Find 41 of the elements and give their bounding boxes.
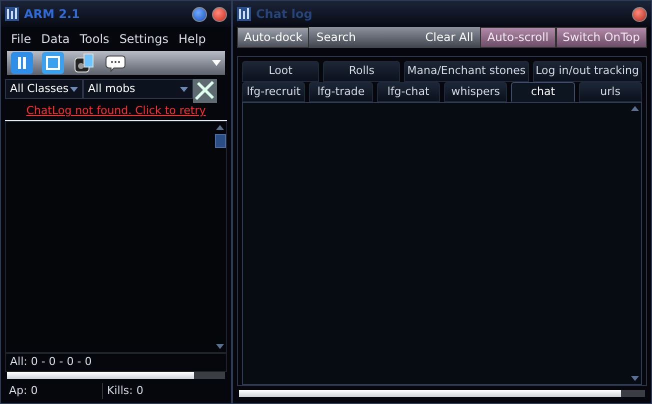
menu-item[interactable]: Data	[41, 30, 70, 48]
scroll-down-icon[interactable]	[216, 344, 224, 349]
status-text: Kills: 0	[106, 382, 144, 398]
tab[interactable]: lfg-trade	[309, 82, 373, 102]
pause-icon[interactable]	[11, 52, 33, 74]
menu-item[interactable]: Settings	[119, 30, 169, 48]
close-button[interactable]	[212, 6, 227, 22]
tab[interactable]: chat	[511, 82, 575, 102]
scroll-thumb[interactable]	[214, 134, 226, 148]
close-button[interactable]	[632, 6, 647, 22]
tab[interactable]: whispers	[444, 82, 508, 102]
retry-link[interactable]: ChatLog not found. Click to retry	[26, 104, 206, 117]
app-icon	[5, 7, 19, 21]
toolbar-button[interactable]: Switch OnTop	[556, 27, 647, 48]
scroll-up-icon[interactable]	[631, 106, 639, 112]
tab[interactable]: Rolls	[323, 61, 400, 82]
toolbar-button[interactable]: Auto-dock	[237, 27, 310, 48]
scroll-down-icon[interactable]	[631, 376, 639, 381]
minimize-button[interactable]	[192, 6, 207, 22]
window-title: ARM 2.1	[24, 6, 81, 23]
dropdown-arrow-icon[interactable]	[212, 60, 221, 66]
tab[interactable]: Mana/Enchant stones	[404, 61, 529, 82]
device-icon[interactable]	[73, 52, 95, 74]
tab[interactable]: Log in/out tracking	[532, 61, 642, 82]
tab[interactable]: lfg-chat	[376, 82, 440, 102]
summary-text: All: 0 - 0 - 0 - 0	[5, 353, 227, 372]
status-text: Ap: 0	[5, 382, 103, 399]
tab[interactable]: lfg-recruit	[242, 82, 306, 102]
menu-item[interactable]: File	[11, 30, 32, 48]
window-title: Chat log	[256, 6, 314, 23]
app-icon	[237, 7, 251, 21]
toolbar-button[interactable]: Auto-scroll	[480, 27, 556, 48]
tab[interactable]: urls	[578, 82, 642, 102]
toolbar-button[interactable]: Search	[309, 27, 363, 48]
tab[interactable]: Loot	[242, 61, 320, 82]
toolbar-button[interactable]: Clear All	[418, 27, 480, 48]
dropdown[interactable]: All mobs	[83, 79, 193, 99]
stop-icon[interactable]	[42, 52, 64, 74]
menu-item[interactable]: Tools	[80, 30, 110, 48]
dropdown[interactable]: All Classes	[5, 79, 83, 99]
menu-item[interactable]: Help	[178, 30, 206, 48]
